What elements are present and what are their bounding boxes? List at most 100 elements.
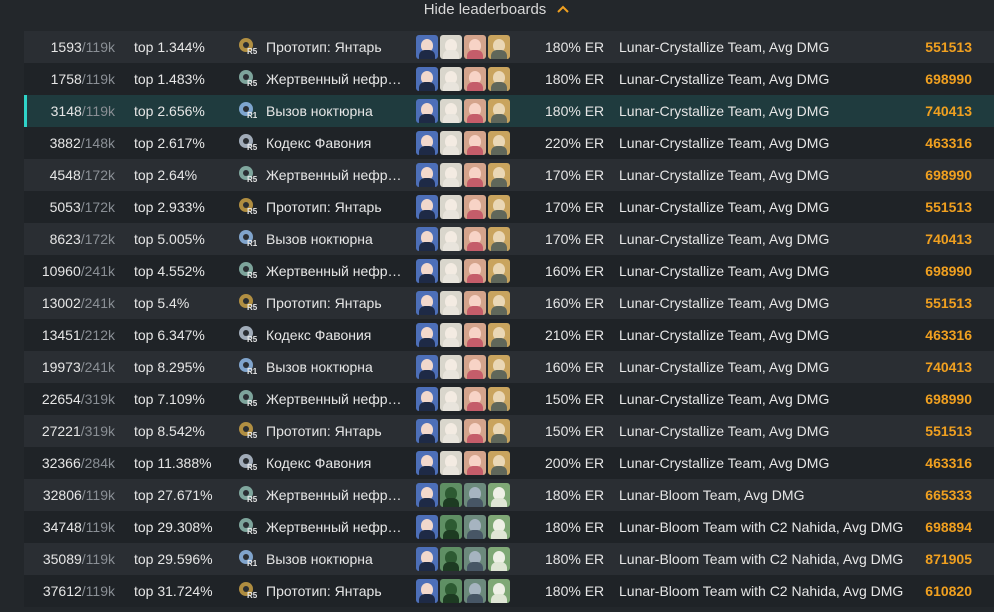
team-name[interactable]: Lunar-Bloom Team with C2 Nahida, Avg DMG xyxy=(619,575,903,607)
team-name[interactable]: Lunar-Crystallize Team, Avg DMG xyxy=(619,415,829,447)
weapon-name[interactable]: Жертвенный нефр… xyxy=(266,511,401,543)
team-name[interactable]: Lunar-Bloom Team, Avg DMG xyxy=(619,479,804,511)
avatar[interactable] xyxy=(464,35,486,59)
avatar[interactable] xyxy=(416,291,438,315)
avatar[interactable] xyxy=(440,323,462,347)
avatar[interactable] xyxy=(440,547,462,571)
avatar[interactable] xyxy=(440,163,462,187)
table-row[interactable]: 22654/319k top 7.109% R5 Жертвенный нефр… 1… xyxy=(24,383,994,415)
avatar[interactable] xyxy=(416,579,438,603)
weapon-name[interactable]: Кодекс Фавония xyxy=(266,127,401,159)
avatar[interactable] xyxy=(416,547,438,571)
team-name[interactable]: Lunar-Crystallize Team, Avg DMG xyxy=(619,95,829,127)
avatar[interactable] xyxy=(440,67,462,91)
team-name[interactable]: Lunar-Crystallize Team, Avg DMG xyxy=(619,383,829,415)
avatar[interactable] xyxy=(488,419,510,443)
avatar[interactable] xyxy=(440,195,462,219)
team-name[interactable]: Lunar-Crystallize Team, Avg DMG xyxy=(619,191,829,223)
avatar[interactable] xyxy=(464,291,486,315)
avatar[interactable] xyxy=(416,227,438,251)
table-row[interactable]: 1593/119k top 1.344% R5 Прототип: Янтарь 18… xyxy=(24,31,994,63)
avatar[interactable] xyxy=(464,67,486,91)
avatar[interactable] xyxy=(416,259,438,283)
avatar[interactable] xyxy=(416,323,438,347)
team-name[interactable]: Lunar-Crystallize Team, Avg DMG xyxy=(619,159,829,191)
avatar[interactable] xyxy=(440,131,462,155)
avatar[interactable] xyxy=(416,451,438,475)
weapon-name[interactable]: Жертвенный нефр… xyxy=(266,255,401,287)
avatar[interactable] xyxy=(464,419,486,443)
table-row[interactable]: 10960/241k top 4.552% R5 Жертвенный нефр… 1… xyxy=(24,255,994,287)
avatar[interactable] xyxy=(416,67,438,91)
team-name[interactable]: Lunar-Crystallize Team, Avg DMG xyxy=(619,447,829,479)
weapon-name[interactable]: Жертвенный нефр… xyxy=(266,63,401,95)
table-row[interactable]: 27221/319k top 8.542% R5 Прототип: Янтарь 1… xyxy=(24,415,994,447)
avatar[interactable] xyxy=(416,387,438,411)
weapon-name[interactable]: Вызов ноктюрна xyxy=(266,223,401,255)
avatar[interactable] xyxy=(440,35,462,59)
avatar[interactable] xyxy=(416,483,438,507)
table-row[interactable]: 32806/119k top 27.671% R5 Жертвенный нефр…… xyxy=(24,479,994,511)
avatar[interactable] xyxy=(488,163,510,187)
table-row[interactable]: 37612/119k top 31.724% R5 Прототип: Янтарь… xyxy=(24,575,994,607)
weapon-name[interactable]: Вызов ноктюрна xyxy=(266,95,401,127)
avatar[interactable] xyxy=(488,291,510,315)
avatar[interactable] xyxy=(464,259,486,283)
avatar[interactable] xyxy=(464,195,486,219)
weapon-name[interactable]: Жертвенный нефр… xyxy=(266,479,401,511)
weapon-name[interactable]: Кодекс Фавония xyxy=(266,319,401,351)
team-name[interactable]: Lunar-Crystallize Team, Avg DMG xyxy=(619,319,829,351)
table-row[interactable]: 1758/119k top 1.483% R5 Жертвенный нефр… 18… xyxy=(24,63,994,95)
weapon-name[interactable]: Прототип: Янтарь xyxy=(266,31,401,63)
avatar[interactable] xyxy=(440,259,462,283)
team-name[interactable]: Lunar-Crystallize Team, Avg DMG xyxy=(619,31,829,63)
table-row[interactable]: 8623/172k top 5.005% R1 Вызов ноктюрна 170%… xyxy=(24,223,994,255)
avatar[interactable] xyxy=(464,355,486,379)
avatar[interactable] xyxy=(464,547,486,571)
table-row[interactable]: 13002/241k top 5.4% R5 Прототип: Янтарь 160… xyxy=(24,287,994,319)
avatar[interactable] xyxy=(416,419,438,443)
weapon-name[interactable]: Вызов ноктюрна xyxy=(266,351,401,383)
avatar[interactable] xyxy=(464,515,486,539)
table-row[interactable]: 35089/119k top 29.596% R1 Вызов ноктюрна 18… xyxy=(24,543,994,575)
avatar[interactable] xyxy=(488,451,510,475)
avatar[interactable] xyxy=(416,163,438,187)
avatar[interactable] xyxy=(464,483,486,507)
avatar[interactable] xyxy=(488,579,510,603)
avatar[interactable] xyxy=(464,163,486,187)
table-row[interactable]: 5053/172k top 2.933% R5 Прототип: Янтарь 17… xyxy=(24,191,994,223)
avatar[interactable] xyxy=(416,131,438,155)
avatar[interactable] xyxy=(488,323,510,347)
table-row[interactable]: 32366/284k top 11.388% R5 Кодекс Фавония 20… xyxy=(24,447,994,479)
team-name[interactable]: Lunar-Crystallize Team, Avg DMG xyxy=(619,127,829,159)
avatar[interactable] xyxy=(440,483,462,507)
avatar[interactable] xyxy=(416,35,438,59)
avatar[interactable] xyxy=(488,483,510,507)
avatar[interactable] xyxy=(440,227,462,251)
table-row[interactable]: 3148/119k top 2.656% R1 Вызов ноктюрна 180%… xyxy=(24,95,994,127)
table-row[interactable]: 13451/212k top 6.347% R5 Кодекс Фавония 210… xyxy=(24,319,994,351)
avatar[interactable] xyxy=(464,323,486,347)
avatar[interactable] xyxy=(440,387,462,411)
team-name[interactable]: Lunar-Bloom Team with C2 Nahida, Avg DMG xyxy=(619,543,903,575)
table-row[interactable]: 19973/241k top 8.295% R1 Вызов ноктюрна 160… xyxy=(24,351,994,383)
weapon-name[interactable]: Прототип: Янтарь xyxy=(266,575,401,607)
avatar[interactable] xyxy=(488,131,510,155)
avatar[interactable] xyxy=(488,515,510,539)
weapon-name[interactable]: Вызов ноктюрна xyxy=(266,543,401,575)
avatar[interactable] xyxy=(440,99,462,123)
avatar[interactable] xyxy=(440,355,462,379)
avatar[interactable] xyxy=(488,387,510,411)
hide-leaderboards-button[interactable]: Hide leaderboards xyxy=(424,1,571,18)
table-row[interactable]: 34748/119k top 29.308% R5 Жертвенный нефр…… xyxy=(24,511,994,543)
avatar[interactable] xyxy=(488,195,510,219)
team-name[interactable]: Lunar-Crystallize Team, Avg DMG xyxy=(619,255,829,287)
avatar[interactable] xyxy=(416,195,438,219)
avatar[interactable] xyxy=(464,579,486,603)
team-name[interactable]: Lunar-Crystallize Team, Avg DMG xyxy=(619,63,829,95)
avatar[interactable] xyxy=(488,355,510,379)
team-name[interactable]: Lunar-Crystallize Team, Avg DMG xyxy=(619,223,829,255)
avatar[interactable] xyxy=(464,227,486,251)
avatar[interactable] xyxy=(464,99,486,123)
avatar[interactable] xyxy=(488,35,510,59)
